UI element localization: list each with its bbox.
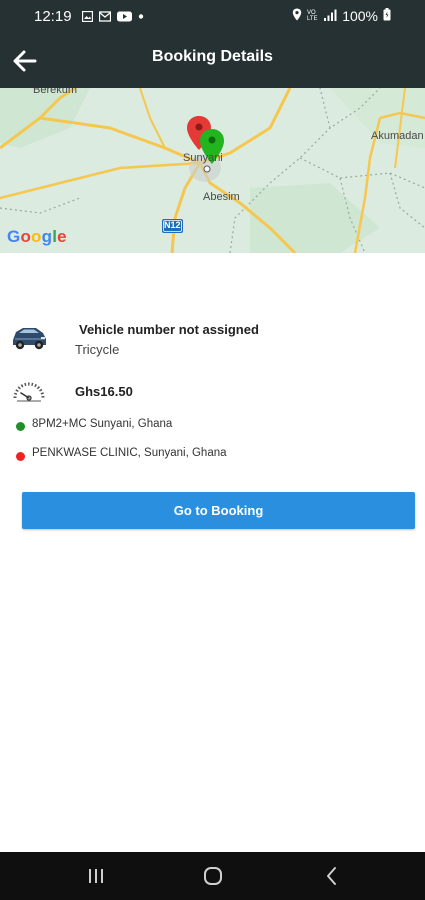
google-logo: Google [7,227,67,246]
signal-icon [324,8,337,24]
pickup-address: 8PM2+MC Sunyani, Ghana [32,418,173,430]
app-bar: Booking Details [0,34,425,88]
svg-text:LTE: LTE [307,16,318,21]
status-time: 12:19 [34,8,72,25]
wifi-calling-icon: VO LTE [307,8,319,24]
system-nav-bar [0,852,425,900]
fare-amount: Ghs16.50 [75,384,133,399]
vehicle-type: Tricycle [75,342,120,357]
back-nav-icon [327,867,336,885]
vehicle-number: Vehicle number not assigned [79,322,259,337]
status-notification-icons [81,9,144,27]
back-nav-button[interactable] [318,864,346,888]
battery-icon [383,8,391,24]
status-bar: 12:19 VO LTE 100% [0,0,425,34]
map-label-sunyani: Sunyani [183,152,223,164]
go-to-booking-button[interactable]: Go to Booking [22,492,415,529]
gallery-icon [81,9,94,27]
dot-icon [138,9,144,27]
youtube-icon [117,9,132,27]
home-icon [204,867,222,885]
road-shield-n12: N12 [164,220,181,230]
home-button[interactable] [199,864,227,888]
location-icon [292,8,302,24]
recent-apps-button[interactable] [82,864,110,888]
route-map[interactable]: Berekum Sunyani Abesim Akumadan N12 Goog… [0,88,425,253]
pickup-dot-icon [16,422,25,431]
page-title: Booking Details [152,48,273,65]
battery-percent: 100% [342,8,378,24]
recent-apps-icon [89,869,103,883]
map-label-akumadan: Akumadan [371,130,424,142]
status-system-icons: VO LTE 100% [292,8,391,24]
dropoff-address: PENKWASE CLINIC, Sunyani, Ghana [32,447,227,459]
dropoff-dot-icon [16,452,25,461]
map-label-abesim: Abesim [203,191,240,203]
speedometer-icon [11,374,47,404]
map-label-berekum: Berekum [33,88,78,96]
car-icon [10,320,48,352]
mail-icon [98,9,112,27]
